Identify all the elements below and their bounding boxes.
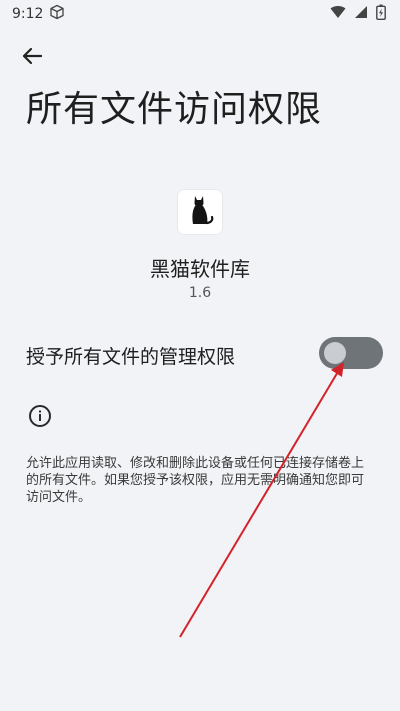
status-time: 9:12 (12, 6, 44, 22)
status-left: 9:12 (12, 4, 65, 24)
signal-icon (354, 5, 368, 23)
status-right (330, 4, 386, 24)
permission-row[interactable]: 授予所有文件的管理权限 (0, 332, 400, 376)
permission-description: 允许此应用读取、修改和删除此设备或任何已连接存储卷上的所有文件。如果您授予该权限… (26, 456, 365, 505)
black-cat-icon (185, 193, 215, 231)
app-version: 1.6 (188, 285, 212, 301)
box-icon (49, 4, 65, 24)
toggle-knob (324, 342, 346, 364)
app-name: 黑猫软件库 (150, 257, 250, 281)
info-icon (28, 404, 52, 428)
wifi-icon (330, 5, 346, 23)
back-button[interactable] (16, 42, 48, 74)
status-bar: 9:12 (0, 0, 400, 28)
app-icon (178, 190, 222, 234)
page-title: 所有文件访问权限 (26, 89, 323, 130)
all-files-access-toggle[interactable] (319, 337, 383, 369)
battery-icon (376, 4, 386, 24)
back-arrow-icon (21, 45, 43, 71)
permission-label: 授予所有文件的管理权限 (26, 346, 236, 368)
